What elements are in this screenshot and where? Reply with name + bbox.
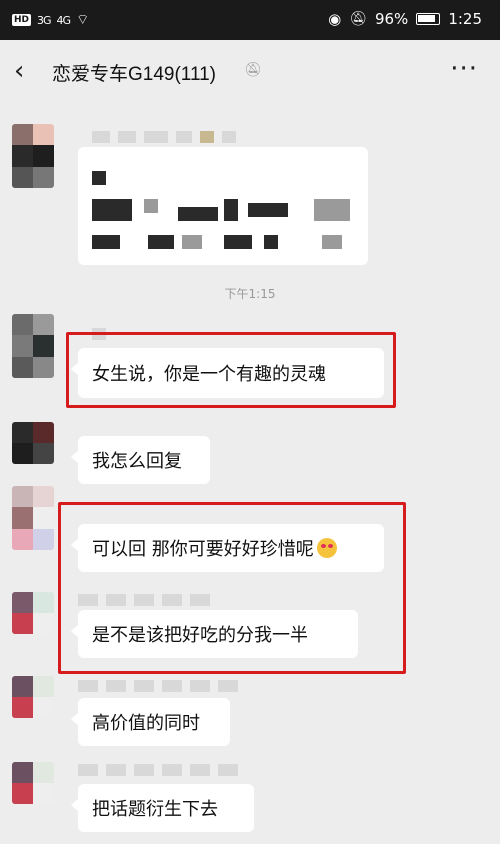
avatar[interactable]: [12, 486, 54, 550]
more-options-button[interactable]: ···: [450, 54, 478, 84]
avatar[interactable]: [12, 762, 54, 804]
eye-icon: ◉: [328, 10, 342, 28]
message-bubble[interactable]: 把话题衍生下去: [71, 784, 254, 832]
avatar[interactable]: [12, 314, 54, 378]
message-bubble[interactable]: 我怎么回复: [71, 436, 210, 484]
hd-badge: HD: [12, 14, 32, 26]
sender-name-blurred: [78, 680, 238, 694]
chat-header: ‹ 恋爱专车G149(111) 🔕︎ ···: [0, 40, 500, 106]
clock: 1:25: [448, 10, 482, 28]
highlight-box: [66, 332, 396, 408]
status-bar: HD 3G 4G ⌔ ◉ 🔕︎ 96% 1:25: [0, 0, 500, 40]
battery-percent: 96%: [374, 10, 409, 28]
battery-icon: [416, 13, 441, 25]
sender-name-blurred: [78, 764, 238, 778]
pixelated-message[interactable]: [78, 147, 368, 265]
avatar[interactable]: [12, 676, 54, 718]
sender-name-blurred: [92, 131, 236, 145]
bell-off-status-icon: 🔕︎: [349, 11, 367, 27]
highlight-box: [58, 502, 406, 674]
timestamp: 下午1:15: [224, 287, 276, 301]
mute-icon: 🔕︎: [244, 62, 262, 78]
avatar[interactable]: [12, 592, 54, 634]
avatar[interactable]: [12, 124, 54, 188]
signal-3g-icon: 3G: [37, 13, 51, 27]
status-right: ◉ 🔕︎ 96% 1:25: [328, 10, 482, 28]
signal-4g-icon: 4G: [56, 13, 71, 27]
avatar[interactable]: [12, 422, 54, 464]
wifi-icon: ⌔: [76, 12, 90, 28]
status-left: HD 3G 4G ⌔: [12, 11, 89, 29]
message-bubble[interactable]: 高价值的同时: [71, 698, 230, 746]
chat-title: 恋爱专车G149(111): [52, 64, 217, 85]
back-icon[interactable]: ‹: [14, 56, 24, 86]
